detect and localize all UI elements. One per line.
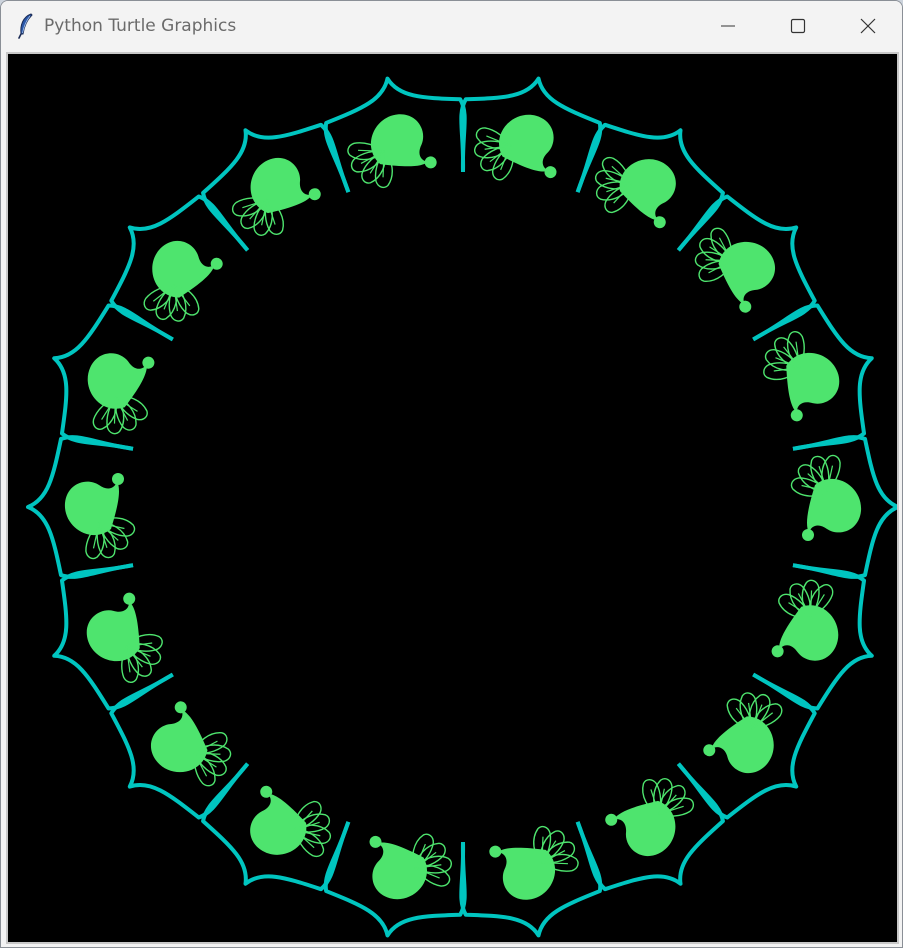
petal xyxy=(790,435,897,579)
paisley xyxy=(613,800,676,856)
turtle-drawing xyxy=(26,76,897,938)
paisley-dot xyxy=(489,845,502,858)
title-bar[interactable]: Python Turtle Graphics xyxy=(1,1,902,51)
maximize-button[interactable] xyxy=(763,1,833,51)
paisley-dot xyxy=(790,409,803,422)
fan xyxy=(293,800,332,858)
minimize-button[interactable] xyxy=(693,1,763,51)
paisley-dot xyxy=(802,529,814,541)
petal xyxy=(52,563,174,711)
close-button[interactable] xyxy=(833,1,902,51)
paisley xyxy=(619,159,676,221)
petal xyxy=(676,194,817,342)
petal-ring xyxy=(26,76,897,938)
paisley-dot xyxy=(112,473,124,485)
petal xyxy=(575,762,725,892)
petal xyxy=(752,303,874,451)
paisley xyxy=(87,353,147,409)
paisley xyxy=(779,605,839,661)
paisley-dot xyxy=(308,188,321,201)
petal xyxy=(323,821,467,938)
close-icon xyxy=(860,18,876,34)
paisley xyxy=(372,842,428,900)
turtle-canvas[interactable] xyxy=(6,52,899,944)
window-title: Python Turtle Graphics xyxy=(44,16,237,36)
petal xyxy=(459,76,603,193)
paisley-dot xyxy=(544,166,557,179)
paisley xyxy=(498,114,554,172)
paisley xyxy=(807,479,862,533)
paisley xyxy=(711,716,774,774)
minimize-icon xyxy=(721,25,735,27)
paisley xyxy=(152,240,215,298)
paisley-dot xyxy=(605,813,618,826)
paisley-dot xyxy=(123,592,136,605)
paisley xyxy=(250,793,307,855)
petal xyxy=(26,435,136,579)
paisley-dot xyxy=(369,835,382,848)
petal xyxy=(459,821,603,938)
petal xyxy=(201,122,351,252)
fan xyxy=(594,156,633,214)
petal xyxy=(109,672,250,820)
petal xyxy=(323,76,467,193)
paisley xyxy=(250,158,313,214)
turtle-window: Python Turtle Graphics xyxy=(0,0,903,948)
paisley-dot xyxy=(424,156,437,169)
paisley xyxy=(64,481,119,535)
feather-app-icon xyxy=(18,13,33,39)
maximize-icon xyxy=(790,18,806,34)
